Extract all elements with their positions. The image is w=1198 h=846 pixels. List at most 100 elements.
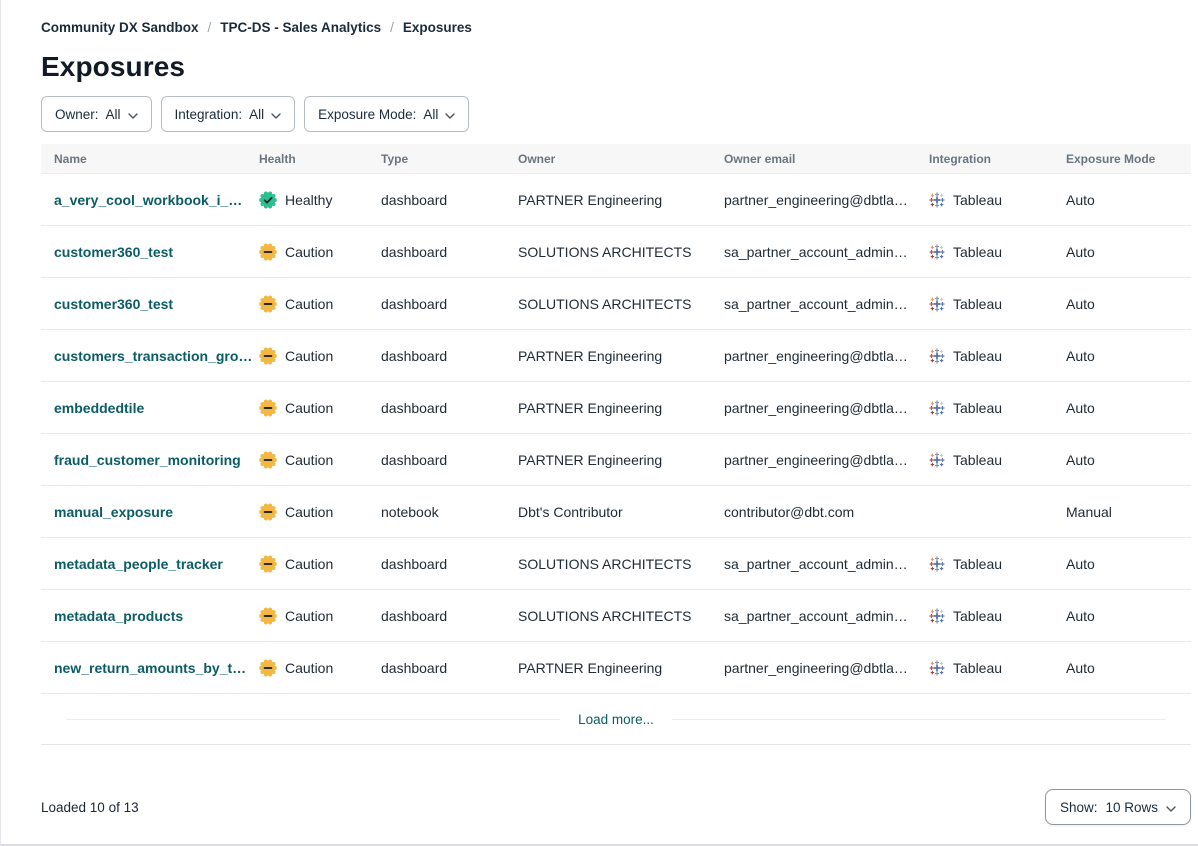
name-cell: metadata_products [54,608,259,624]
type-cell: dashboard [381,296,518,312]
health-status-label: Caution [285,660,333,676]
health-cell: Caution [259,503,381,521]
table-header-row: Name Health Type Owner Owner email Integ… [41,144,1191,174]
integration-label: Tableau [953,556,1002,572]
exposure-mode-cell: Auto [1066,244,1191,260]
integration-label: Tableau [953,192,1002,208]
health-status-icon [259,503,277,521]
exposure-mode-filter-label: Exposure Mode: [318,107,416,122]
health-status-icon [259,347,277,365]
health-cell: Caution [259,347,381,365]
rows-per-page-dropdown[interactable]: Show: 10 Rows [1045,789,1191,825]
name-cell: customer360_test [54,296,259,312]
table-body: a_very_cool_workbook_i_… Healt [41,174,1191,694]
column-header-integration: Integration [929,152,1066,166]
owner-email-cell: partner_engineering@dbtla… [724,348,929,364]
type-cell: dashboard [381,192,518,208]
integration-cell: Tableau [929,660,1066,676]
exposure-mode-filter-value: All [423,107,438,122]
owner-cell: PARTNER Engineering [518,452,724,468]
integration-filter-dropdown[interactable]: Integration: All [161,96,296,132]
breadcrumb: Community DX Sandbox / TPC-DS - Sales An… [41,20,1190,35]
divider [672,719,1166,720]
filter-bar: Owner: All Integration: All Exposure Mod… [41,96,1190,132]
health-status-icon [259,295,277,313]
breadcrumb-environment[interactable]: TPC-DS - Sales Analytics [220,20,381,35]
exposure-mode-cell: Auto [1066,660,1191,676]
exposure-name-link[interactable]: embeddedtile [54,400,144,416]
tableau-icon [929,296,945,312]
integration-filter-value: All [249,107,264,122]
exposure-name-link[interactable]: fraud_customer_monitoring [54,452,241,468]
column-header-exposure-mode: Exposure Mode [1066,152,1191,166]
health-cell: Caution [259,295,381,313]
table-row: customer360_test Caution [41,278,1191,330]
chevron-down-icon [1166,800,1176,815]
exposure-name-link[interactable]: a_very_cool_workbook_i_… [54,192,242,208]
owner-cell: Dbt's Contributor [518,504,724,520]
health-cell: Caution [259,555,381,573]
exposure-name-link[interactable]: customers_transaction_gro… [54,348,252,364]
owner-email-cell: sa_partner_account_admin… [724,608,929,624]
name-cell: embeddedtile [54,400,259,416]
name-cell: a_very_cool_workbook_i_… [54,192,259,208]
health-status-label: Healthy [285,192,332,208]
type-cell: notebook [381,504,518,520]
owner-filter-label: Owner: [55,107,99,122]
breadcrumb-project[interactable]: Community DX Sandbox [41,20,199,35]
name-cell: manual_exposure [54,504,259,520]
name-cell: customers_transaction_gro… [54,348,259,364]
column-header-owner-email: Owner email [724,152,929,166]
integration-cell: Tableau [929,192,1066,208]
load-more-row: Load more... [41,694,1191,745]
owner-cell: PARTNER Engineering [518,400,724,416]
type-cell: dashboard [381,400,518,416]
owner-email-cell: partner_engineering@dbtla… [724,400,929,416]
loaded-status: Loaded 10 of 13 [41,800,139,815]
integration-label: Tableau [953,608,1002,624]
column-header-owner: Owner [518,152,724,166]
exposure-name-link[interactable]: customer360_test [54,296,173,312]
health-cell: Caution [259,607,381,625]
owner-cell: SOLUTIONS ARCHITECTS [518,556,724,572]
health-cell: Caution [259,451,381,469]
exposure-name-link[interactable]: manual_exposure [54,504,173,520]
exposure-name-link[interactable]: new_return_amounts_by_t… [54,660,246,676]
type-cell: dashboard [381,556,518,572]
name-cell: metadata_people_tracker [54,556,259,572]
owner-filter-dropdown[interactable]: Owner: All [41,96,152,132]
exposure-name-link[interactable]: customer360_test [54,244,173,260]
health-status-icon [259,607,277,625]
type-cell: dashboard [381,608,518,624]
health-status-label: Caution [285,244,333,260]
tableau-icon [929,452,945,468]
owner-email-cell: sa_partner_account_admin… [724,296,929,312]
integration-cell: Tableau [929,400,1066,416]
exposure-mode-cell: Auto [1066,192,1191,208]
integration-label: Tableau [953,452,1002,468]
exposure-mode-cell: Auto [1066,608,1191,624]
load-more-link[interactable]: Load more... [560,712,672,727]
owner-email-cell: sa_partner_account_admin… [724,556,929,572]
exposure-name-link[interactable]: metadata_people_tracker [54,556,223,572]
exposure-mode-filter-dropdown[interactable]: Exposure Mode: All [304,96,469,132]
exposure-mode-cell: Auto [1066,400,1191,416]
exposure-mode-cell: Manual [1066,504,1191,520]
integration-label: Tableau [953,400,1002,416]
exposure-name-link[interactable]: metadata_products [54,608,183,624]
table-row: metadata_people_tracker Cautio [41,538,1191,590]
owner-email-cell: sa_partner_account_admin… [724,244,929,260]
health-status-label: Caution [285,452,333,468]
health-status-label: Caution [285,400,333,416]
owner-cell: PARTNER Engineering [518,348,724,364]
health-status-label: Caution [285,556,333,572]
chevron-down-icon [445,107,455,122]
tableau-icon [929,348,945,364]
column-header-type: Type [381,152,518,166]
table-row: manual_exposure Caution [41,486,1191,538]
exposure-mode-cell: Auto [1066,556,1191,572]
table-row: embeddedtile Caution [41,382,1191,434]
table-row: customers_transaction_gro… Cau [41,330,1191,382]
owner-email-cell: partner_engineering@dbtla… [724,660,929,676]
health-status-icon [259,659,277,677]
